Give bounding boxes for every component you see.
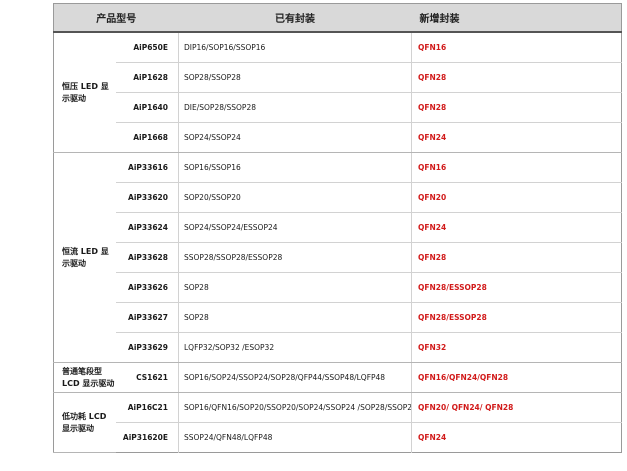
table-row: AiP33628 SSOP28/SSOP28/ESSOP28 QFN28 [54, 242, 622, 273]
existing-package-cell: SOP28/SSOP28 [178, 62, 412, 93]
header-new-package: 新增封装 [411, 3, 622, 33]
model-cell: AiP33629 [115, 332, 179, 363]
existing-package-cell: SOP16/SSOP16 [178, 152, 412, 183]
table-row: AiP33629 LQFP32/SOP32 /ESOP32 QFN32 [54, 332, 622, 363]
table-row: 恒流 LED 显示驱动 AiP33616 SOP16/SSOP16 QFN16 [53, 152, 622, 363]
existing-package-cell: SOP28 [178, 302, 412, 333]
model-cell: AiP33620 [115, 182, 179, 213]
existing-package-cell: SSOP28/SSOP28/ESSOP28 [178, 242, 412, 273]
header-product: 产品型号 [53, 3, 179, 33]
existing-package-cell: SSOP24/QFN48/LQFP48 [178, 422, 412, 453]
existing-package-cell: DIP16/SOP16/SSOP16 [178, 32, 412, 63]
model-cell: AiP33627 [115, 302, 179, 333]
category-cell: 低功耗 LCD 显示驱动 [53, 392, 116, 453]
existing-package-cell: LQFP32/SOP32 /ESOP32 [178, 332, 412, 363]
new-package-cell: QFN28 [411, 242, 622, 273]
new-package-cell: QFN16 [411, 32, 622, 63]
model-cell: AiP33626 [115, 272, 179, 303]
new-package-cell: QFN24 [418, 433, 447, 442]
table-row: 普通笔段型 LCD 显示驱动 CS1621 SOP16/SOP24/SSOP24/S… [53, 362, 622, 393]
category-cell: 普通笔段型 LCD 显示驱动 [53, 362, 116, 393]
table-row: AiP33627 SOP28 QFN28/ESSOP28 [54, 302, 622, 333]
table-row: AiP33620 SOP20/SSOP20 QFN20 [54, 182, 622, 213]
model-cell: CS1621 [115, 362, 179, 393]
new-package-cell: QFN20 [411, 182, 622, 213]
existing-package-cell: SOP20/SSOP20 [178, 182, 412, 213]
model-cell: AiP33624 [115, 212, 179, 243]
header-existing-package: 已有封装 [178, 3, 412, 33]
new-package-cell: QFN28 [411, 62, 622, 93]
existing-package-cell: SOP16/SOP24/SSOP24/SOP28/QFP44/SSOP48/LQ… [178, 362, 412, 393]
model-cell: AiP33616 [115, 152, 179, 183]
header-row: 产品型号 已有封装 新增封装 [53, 3, 622, 33]
model-cell: AiP1628 [115, 62, 179, 93]
new-package-cell: QFN16 [411, 152, 622, 183]
table-row: 恒压 LED 显示驱动 AiP650E DIP16/SOP16/SSOP16 QFN1… [53, 32, 622, 153]
model-cell: AiP650E [115, 32, 179, 63]
existing-package-cell: SOP24/SSOP24 [178, 122, 412, 153]
new-package-cell: QFN28/ESSOP28 [411, 302, 622, 333]
existing-package-cell: SOP16/QFN16/SOP20/SSOP20/SOP24/SSOP24 /S… [178, 392, 412, 423]
new-package-cell: QFN16/QFN24/QFN28 [411, 362, 622, 393]
model-cell: AiP1640 [115, 92, 179, 123]
table-row: AiP1640 DIE/SOP28/SSOP28 QFN28 [54, 92, 622, 123]
existing-package-cell: DIE/SOP28/SSOP28 [178, 92, 412, 123]
existing-package-cell: SOP28 [178, 272, 412, 303]
category-cell: 恒流 LED 显示驱动 [53, 152, 116, 363]
table-row: AiP33626 SOP28 QFN28/ESSOP28 [54, 272, 622, 303]
new-package-cell: QFN24 [411, 212, 622, 243]
category-cell: 恒压 LED 显示驱动 [53, 32, 116, 153]
table-row: AiP33624 SOP24/SSOP24/ESSOP24 QFN24 [54, 212, 622, 243]
existing-package-cell: SOP24/SSOP24/ESSOP24 [178, 212, 412, 243]
model-cell: AiP16C21 [115, 392, 179, 423]
table-row: AiP1668 SOP24/SSOP24 QFN24 [54, 122, 622, 153]
new-package-cell: QFN28 [411, 92, 622, 123]
new-package-cell: QFN24 [411, 122, 622, 153]
table-row: 低功耗 LCD 显示驱动 AiP16C21 SOP16/QFN16/SOP20/SS… [53, 392, 622, 453]
package-table: 产品型号 已有封装 新增封装 恒压 LED 显示驱动 AiP650E DIP16/S… [53, 3, 622, 453]
table-body: 恒压 LED 显示驱动 AiP650E DIP16/SOP16/SSOP16 QFN1… [53, 32, 622, 453]
table-row: AiP31620E SSOP24/QFN48/LQFP48 QFN24 [54, 422, 622, 453]
table-row: AiP1628 SOP28/SSOP28 QFN28 [54, 62, 622, 93]
new-package-cell: QFN28/ESSOP28 [411, 272, 622, 303]
model-cell: AiP1668 [115, 122, 179, 153]
model-cell: AiP31620E [115, 422, 179, 453]
model-cell: AiP33628 [115, 242, 179, 273]
new-package-cell: QFN20/ QFN24/ QFN28 [411, 392, 622, 423]
new-package-cell: QFN32 [411, 332, 622, 363]
